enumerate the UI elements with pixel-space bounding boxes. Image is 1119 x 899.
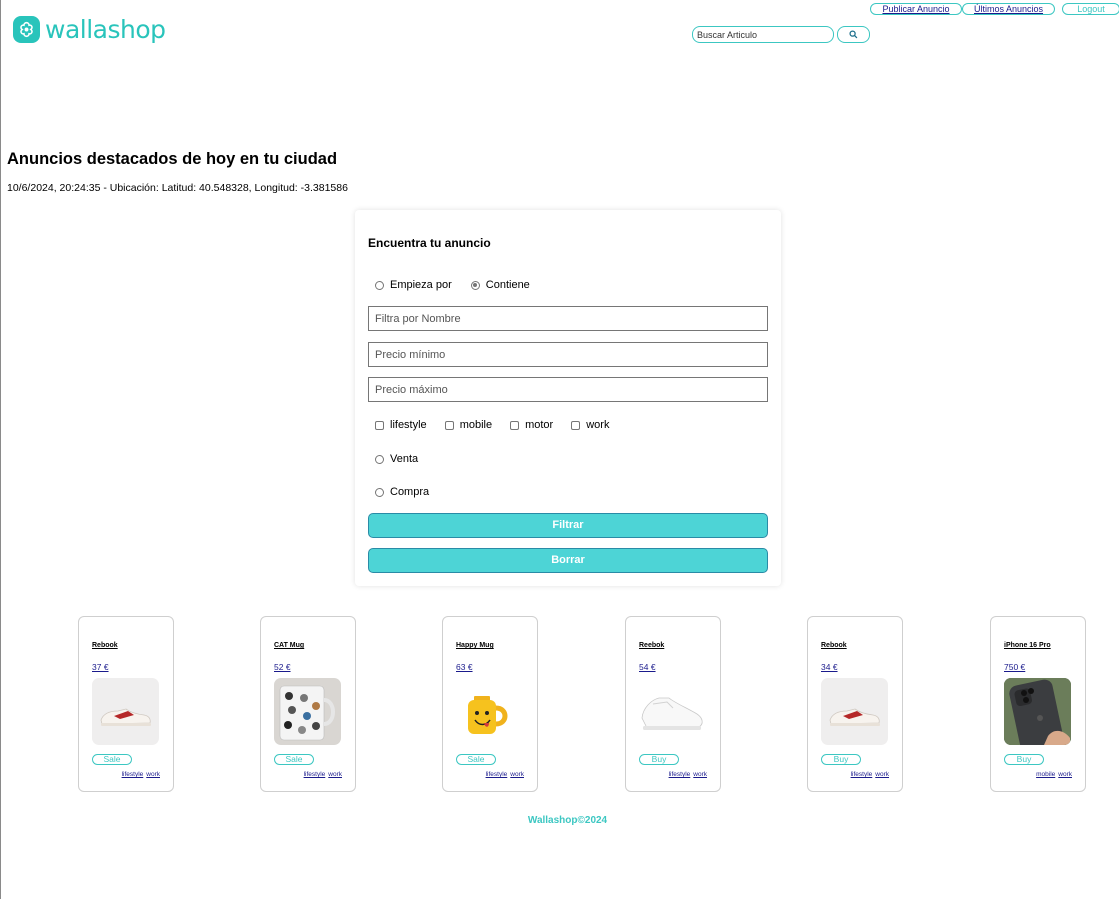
product-tags: lifestyle work — [851, 771, 889, 778]
product-name[interactable]: CAT Mug — [274, 642, 304, 649]
form-title: Encuentra tu anuncio — [368, 236, 491, 250]
search-bar — [692, 26, 870, 43]
tag-link[interactable]: work — [693, 771, 707, 778]
product-action-button[interactable]: Buy — [821, 754, 861, 765]
radio-sale[interactable] — [375, 454, 384, 464]
product-name[interactable]: Rebook — [92, 642, 118, 649]
product-card[interactable]: Reebok 54 € Buy lifestyle work — [625, 616, 721, 792]
checkbox-motor[interactable] — [510, 420, 520, 430]
tag-link[interactable]: work — [1058, 771, 1072, 778]
product-price[interactable]: 63 € — [456, 662, 473, 672]
tag-link[interactable]: lifestyle — [851, 771, 873, 778]
checkbox-lifestyle[interactable] — [375, 420, 384, 430]
product-price[interactable]: 54 € — [639, 662, 656, 672]
product-action-button[interactable]: Sale — [456, 754, 496, 765]
product-name[interactable]: Happy Mug — [456, 642, 494, 649]
checkbox-motor-label: motor — [525, 419, 554, 431]
checkbox-mobile[interactable] — [444, 420, 454, 430]
logo-icon — [13, 16, 40, 43]
checkbox-mobile-label: mobile — [459, 419, 493, 431]
product-card[interactable]: Rebook 37 € Sale lifestyle work — [78, 616, 174, 792]
product-tags: lifestyle work — [669, 771, 707, 778]
product-name[interactable]: Reebok — [639, 642, 664, 649]
tag-link[interactable]: lifestyle — [669, 771, 691, 778]
product-tags: lifestyle work — [486, 771, 524, 778]
checkbox-work-label: work — [586, 419, 610, 431]
tag-link[interactable]: lifestyle — [486, 771, 508, 778]
radio-buy[interactable] — [375, 487, 384, 497]
happy-mug-image[interactable] — [456, 678, 523, 745]
min-price-input[interactable] — [368, 342, 768, 367]
radio-contains[interactable] — [470, 280, 480, 290]
publish-ad-link[interactable]: Publicar Anuncio — [870, 3, 962, 15]
radio-starts-with[interactable] — [375, 280, 384, 290]
radio-starts-with-label: Empieza por — [390, 279, 452, 291]
product-card[interactable]: CAT Mug 52 € Sale lifestyle work — [260, 616, 356, 792]
top-nav: Publicar Anuncio Últimos Anuncios Logout — [870, 3, 1119, 15]
product-price[interactable]: 52 € — [274, 662, 291, 672]
cat-mug-image[interactable] — [274, 678, 341, 745]
match-mode-group: Empieza por Contiene — [375, 279, 530, 291]
search-button[interactable] — [837, 26, 870, 43]
product-card[interactable]: Happy Mug 63 € Sale lifestyle work — [442, 616, 538, 792]
product-tags: mobile work — [1036, 771, 1072, 778]
buy-option: Compra — [375, 486, 429, 498]
product-action-button[interactable]: Sale — [274, 754, 314, 765]
product-name[interactable]: Rebook — [821, 642, 847, 649]
latest-ads-link[interactable]: Últimos Anuncios — [962, 3, 1055, 15]
filter-form: Encuentra tu anuncio Empieza por Contien… — [355, 210, 781, 586]
tag-link[interactable]: lifestyle — [122, 771, 144, 778]
footer: Wallashop©2024 — [527, 815, 608, 826]
product-action-button[interactable]: Buy — [1004, 754, 1044, 765]
sale-option: Venta — [375, 453, 418, 465]
product-price[interactable]: 37 € — [92, 662, 109, 672]
product-card[interactable]: Rebook 34 € Buy lifestyle work — [807, 616, 903, 792]
logo[interactable]: wallashop — [13, 15, 166, 44]
search-input[interactable] — [692, 26, 834, 43]
iphone-image[interactable] — [1004, 678, 1071, 745]
filter-button[interactable]: Filtrar — [368, 513, 768, 538]
checkbox-work[interactable] — [571, 420, 581, 430]
page-title: Anuncios destacados de hoy en tu ciudad — [7, 150, 338, 168]
search-icon — [849, 30, 858, 39]
sneaker-image[interactable] — [92, 678, 159, 745]
tag-link[interactable]: work — [146, 771, 160, 778]
logo-text: wallashop — [45, 15, 166, 44]
tag-link[interactable]: mobile — [1036, 771, 1055, 778]
product-card[interactable]: iPhone 16 Pro 750 € Buy mobile work — [990, 616, 1086, 792]
max-price-input[interactable] — [368, 377, 768, 402]
location-timestamp: 10/6/2024, 20:24:35 - Ubicación: Latitud… — [7, 182, 348, 194]
product-name[interactable]: iPhone 16 Pro — [1004, 642, 1051, 649]
name-filter-input[interactable] — [368, 306, 768, 331]
tag-checkbox-group: lifestyle mobile motor work — [375, 419, 609, 431]
clear-button[interactable]: Borrar — [368, 548, 768, 573]
checkbox-lifestyle-label: lifestyle — [390, 419, 427, 431]
radio-contains-label: Contiene — [485, 279, 530, 291]
white-sneaker-image[interactable] — [639, 678, 706, 745]
tag-link[interactable]: work — [875, 771, 889, 778]
tag-link[interactable]: work — [510, 771, 524, 778]
sneaker-image[interactable] — [821, 678, 888, 745]
radio-sale-label: Venta — [390, 453, 419, 465]
product-price[interactable]: 750 € — [1004, 662, 1025, 672]
product-tags: lifestyle work — [304, 771, 342, 778]
product-action-button[interactable]: Buy — [639, 754, 679, 765]
radio-buy-label: Compra — [390, 486, 430, 498]
product-action-button[interactable]: Sale — [92, 754, 132, 765]
tag-link[interactable]: lifestyle — [304, 771, 326, 778]
product-price[interactable]: 34 € — [821, 662, 838, 672]
logout-button[interactable]: Logout — [1062, 3, 1119, 15]
tag-link[interactable]: work — [328, 771, 342, 778]
product-tags: lifestyle work — [122, 771, 160, 778]
